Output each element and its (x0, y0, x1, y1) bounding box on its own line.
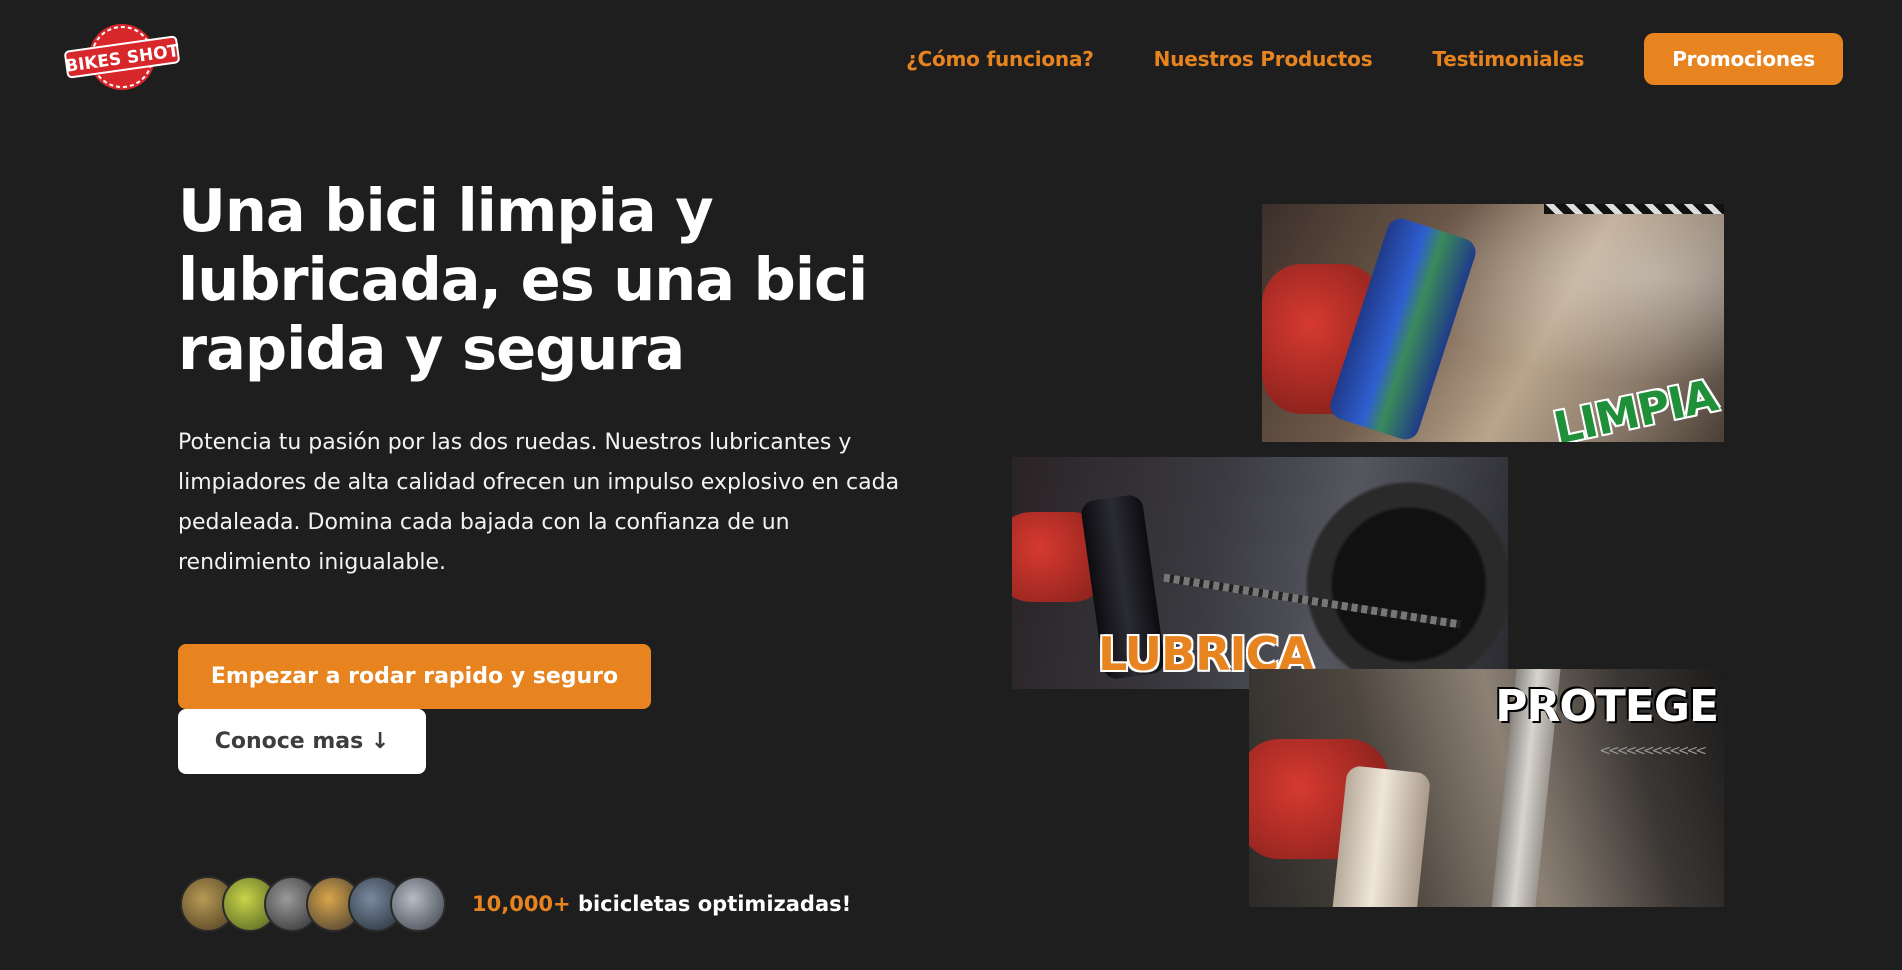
main-nav: ¿Cómo funciona? Nuestros Productos Testi… (906, 33, 1843, 85)
spray-can-image (1330, 765, 1432, 907)
photo-lubrica: LUBRICA (1012, 457, 1508, 689)
label-limpia: LIMPIA (1549, 370, 1722, 442)
avatar-group (180, 876, 446, 932)
hero-description: Potencia tu pasión por las dos ruedas. N… (178, 430, 900, 575)
bikes-shot-logo[interactable]: BIKES SHOT (62, 20, 182, 94)
promociones-button[interactable]: Promociones (1644, 33, 1843, 85)
bikes-count: 10,000+ (472, 892, 571, 916)
label-protege: PROTEGE (1495, 681, 1719, 732)
social-proof-text: 10,000+ bicicletas optimizadas! (472, 892, 851, 916)
hazard-stripe (1544, 204, 1724, 214)
site-header: BIKES SHOT ¿Cómo funciona? Nuestros Prod… (0, 0, 1902, 120)
photo-limpia: LIMPIA (1262, 204, 1724, 442)
chevron-decoration: <<<<<<<<<<<< (1599, 743, 1707, 759)
photo-protege: PROTEGE <<<<<<<<<<<< (1249, 669, 1724, 907)
nav-como-funciona[interactable]: ¿Cómo funciona? (906, 47, 1094, 71)
social-proof: 10,000+ bicicletas optimizadas! (180, 876, 851, 932)
chain-image (1163, 573, 1461, 629)
nav-testimoniales[interactable]: Testimoniales (1432, 47, 1584, 71)
avatar (390, 876, 446, 932)
bikes-count-label: bicicletas optimizadas! (570, 892, 852, 916)
nav-nuestros-productos[interactable]: Nuestros Productos (1154, 47, 1373, 71)
start-riding-button[interactable]: Empezar a rodar rapido y seguro (178, 644, 651, 709)
hero-title: Una bici limpia y lubricada, es una bici… (178, 176, 868, 383)
learn-more-button[interactable]: Conoce mas ↓ (178, 709, 426, 774)
